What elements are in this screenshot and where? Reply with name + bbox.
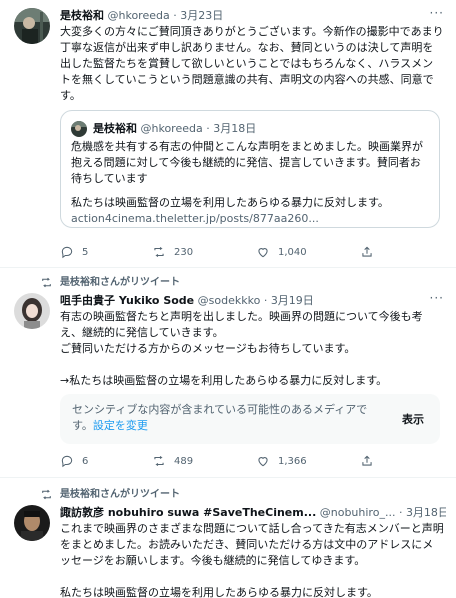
author-handle[interactable]: @sodekkko (198, 294, 261, 307)
retweet-banner[interactable]: 是枝裕和さんがリツイート (60, 276, 180, 290)
quote-text: 危機感を共有する有志の仲間とこんな声明をまとめました。映画業界が抱える問題に対し… (71, 140, 423, 185)
tweet-header: 咀手由貴子 Yukiko Sode @sodekkko · 3月19日 (60, 293, 446, 309)
author-name[interactable]: 咀手由貴子 Yukiko Sode (60, 294, 194, 307)
author-handle[interactable]: @nobuhiro_... (320, 506, 396, 519)
avatar-suwa[interactable] (14, 505, 50, 541)
retweet-banner-icon (42, 277, 51, 288)
tweet-koreeda-0323[interactable]: 是枝裕和 @hkoreeda · 3月23日 ··· 大変多くの方々にご賛同頂き… (0, 0, 456, 268)
quoted-tweet[interactable]: 是枝裕和 @hkoreeda · 3月18日 危機感を共有する有志の仲間とこんな… (60, 110, 440, 228)
share-icon (362, 246, 372, 257)
separator: · (398, 506, 403, 519)
reply-icon (61, 455, 73, 468)
like-count: 1,040 (278, 246, 307, 258)
tweet-actions: 5 230 1,040 (60, 245, 444, 263)
reply-count: 6 (82, 455, 89, 467)
sensitive-notice-text: センシティブな内容が含まれている可能性のあるメディアです。設定を変更 (72, 402, 382, 434)
retweet-icon (154, 246, 164, 258)
retweet-banner[interactable]: 是枝裕和さんがリツイート (60, 488, 180, 502)
share-button[interactable] (360, 454, 382, 468)
author-name[interactable]: 是枝裕和 (60, 9, 104, 22)
reply-button[interactable]: 5 (60, 245, 88, 259)
separator: · (173, 9, 177, 22)
tweet-text: 有志の映画監督たちと声明を出しました。映画界の問題について今後も考え、継続的に発… (60, 310, 423, 387)
share-button[interactable] (360, 245, 382, 259)
reply-button[interactable]: 6 (60, 454, 88, 468)
like-button[interactable]: 1,040 (256, 245, 307, 259)
quote-date: 3月18日 (213, 122, 257, 135)
quote-author-name: 是枝裕和 (93, 122, 137, 135)
like-icon (258, 248, 268, 258)
tweet-sode-0319[interactable]: 是枝裕和さんがリツイート 咀手由貴子 Yukiko Sode @sodekkko… (0, 269, 456, 478)
show-media-button[interactable]: 表示 (402, 411, 424, 427)
quote-avatar (71, 121, 87, 137)
retweet-banner-icon (42, 489, 51, 500)
like-count: 1,366 (278, 455, 307, 467)
quote-text-line2: 私たちは映画監督の立場を利用したあらゆる暴力に反対します。 (71, 196, 389, 209)
like-button[interactable]: 1,366 (256, 454, 307, 468)
more-icon[interactable]: ··· (430, 6, 444, 20)
quote-link[interactable]: action4cinema.theletter.jp/posts/877aa26… (71, 211, 429, 227)
change-settings-link[interactable]: 設定を変更 (93, 419, 148, 432)
like-icon (258, 457, 268, 467)
tweet-header: 是枝裕和 @hkoreeda · 3月23日 (60, 8, 446, 24)
tweet-suwa-0318[interactable]: 是枝裕和さんがリツイート 諏訪敦彦 nobuhiro suwa #SaveThe… (0, 479, 456, 598)
tweet-header: 諏訪敦彦 nobuhiro suwa #SaveTheCinem... @nob… (60, 505, 446, 521)
quote-header: 是枝裕和 @hkoreeda · 3月18日 (93, 121, 431, 137)
share-icon (362, 455, 372, 466)
quote-separator: · (206, 122, 210, 135)
tweet-date[interactable]: 3月18日 (406, 506, 446, 519)
retweet-button[interactable]: 230 (152, 245, 193, 259)
tweet-text: これまで映画界のさまざまな問題について話し合ってきた有志メンバーと声明をまとめま… (60, 522, 444, 598)
timeline-feed: 是枝裕和 @hkoreeda · 3月23日 ··· 大変多くの方々にご賛同頂き… (0, 0, 456, 598)
tweet-text: 大変多くの方々にご賛同頂きありがとうございます。今新作の撮影中であまり丁寧な返信… (60, 25, 444, 102)
reply-count: 5 (82, 246, 89, 258)
reply-icon (61, 246, 73, 259)
retweet-button[interactable]: 489 (152, 454, 193, 468)
author-name[interactable]: 諏訪敦彦 nobuhiro suwa #SaveTheCinem... (60, 506, 316, 519)
quote-author-handle: @hkoreeda (140, 122, 203, 135)
avatar-koreeda[interactable] (14, 8, 50, 44)
retweet-count: 489 (174, 455, 194, 467)
retweet-count: 230 (174, 246, 194, 258)
tweet-date[interactable]: 3月23日 (180, 9, 223, 22)
avatar-sode[interactable] (14, 293, 50, 329)
more-icon[interactable]: ··· (430, 291, 444, 305)
separator: · (263, 294, 268, 307)
retweet-icon (154, 455, 164, 467)
tweet-actions: 6 489 1,366 (60, 454, 444, 472)
author-handle[interactable]: @hkoreeda (108, 9, 170, 22)
tweet-date[interactable]: 3月19日 (271, 294, 314, 307)
sensitive-media-notice: センシティブな内容が含まれている可能性のあるメディアです。設定を変更 表示 (60, 394, 440, 444)
